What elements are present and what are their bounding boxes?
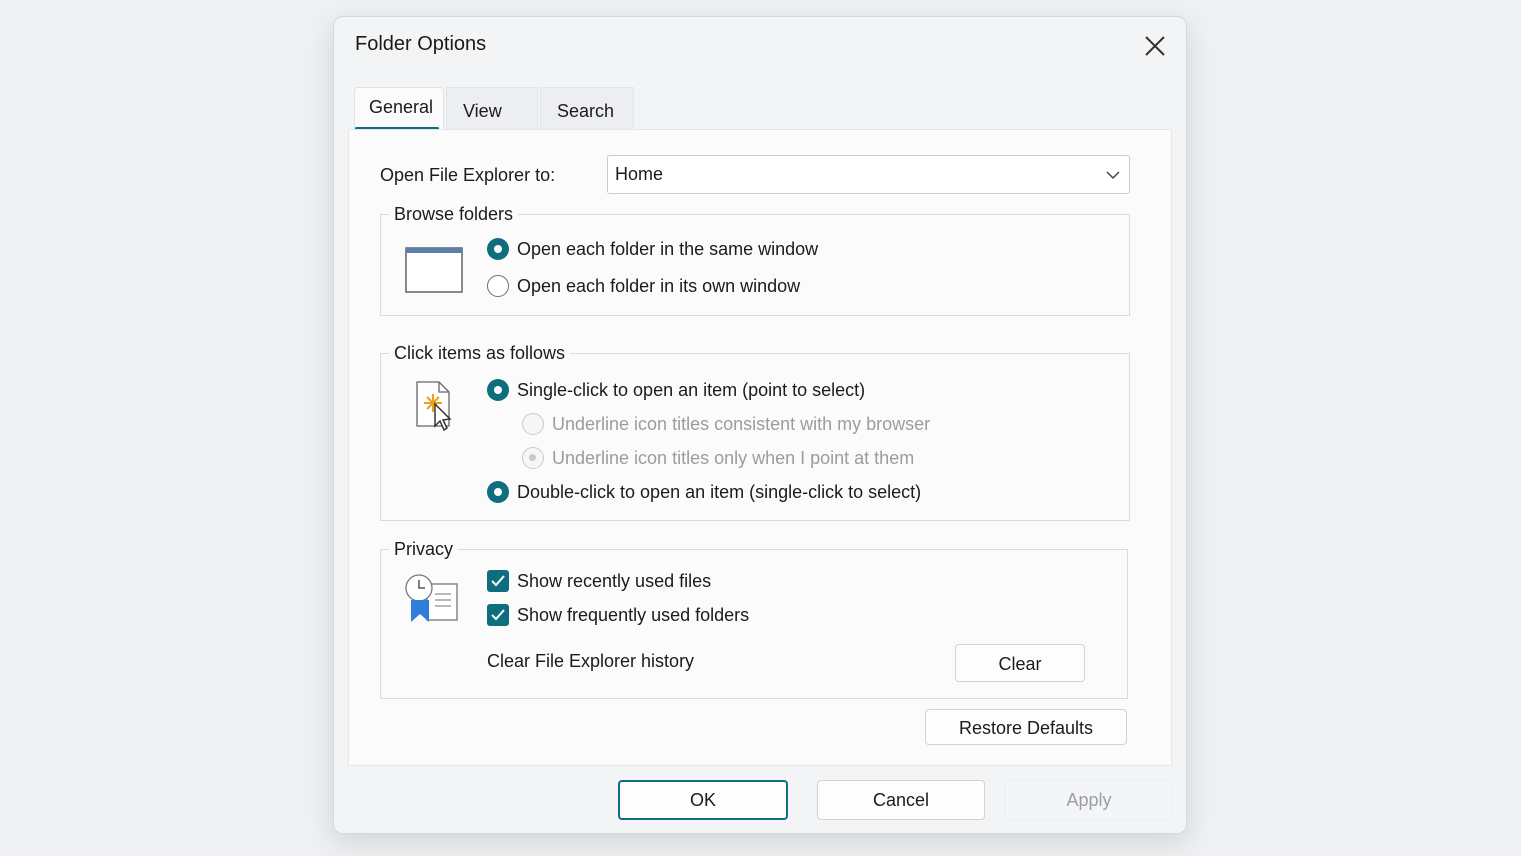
tab-view[interactable]: View — [446, 87, 538, 129]
ok-button[interactable]: OK — [618, 780, 788, 820]
restore-defaults-button[interactable]: Restore Defaults — [925, 709, 1127, 745]
radio-own-window-label: Open each folder in its own window — [517, 276, 801, 296]
close-button[interactable] — [1140, 31, 1170, 61]
privacy-title: Privacy — [389, 539, 459, 559]
checkmark-icon — [491, 575, 505, 587]
checkbox[interactable] — [487, 570, 509, 592]
apply-button[interactable]: Apply — [1005, 780, 1173, 820]
click-items-title: Click items as follows — [389, 343, 571, 363]
cancel-button-label: Cancel — [872, 790, 930, 810]
folder-options-dialog: Folder Options General View Search Open … — [333, 16, 1187, 834]
clear-history-label: Clear File Explorer history — [487, 651, 695, 671]
radio-underline-browser-label: Underline icon titles consistent with my… — [552, 414, 931, 434]
checkmark-icon — [491, 609, 505, 621]
radio-button[interactable] — [487, 379, 509, 401]
general-panel: Open File Explorer to: Home Browse folde… — [348, 129, 1172, 766]
dialog-title: Folder Options — [355, 33, 487, 55]
tab-general-label: General — [369, 97, 434, 117]
check-frequent-folders-label: Show frequently used folders — [517, 605, 750, 625]
chevron-down-icon — [1106, 171, 1120, 180]
open-explorer-label: Open File Explorer to: — [380, 165, 556, 185]
ok-button-label: OK — [689, 790, 716, 810]
window-icon — [405, 247, 463, 298]
radio-button[interactable] — [522, 413, 544, 435]
browse-folders-title: Browse folders — [389, 204, 519, 224]
click-items-group: Click items as follows Single-click to o… — [380, 343, 1130, 521]
tab-view-label: View — [463, 101, 502, 121]
close-icon — [1145, 36, 1165, 56]
check-recent-files-label: Show recently used files — [517, 571, 712, 591]
checkbox[interactable] — [487, 604, 509, 626]
radio-button[interactable] — [487, 481, 509, 503]
apply-button-label: Apply — [1066, 790, 1112, 810]
recent-files-icon — [403, 572, 461, 629]
tab-search-label: Search — [557, 101, 615, 121]
radio-same-window-label: Open each folder in the same window — [517, 239, 819, 259]
radio-double-click-label: Double-click to open an item (single-cli… — [517, 482, 922, 502]
restore-defaults-label: Restore Defaults — [958, 718, 1094, 738]
browse-folders-group: Browse folders Open each folder in the s… — [380, 204, 1130, 316]
privacy-group: Privacy Show recently used files Show fr… — [380, 539, 1128, 699]
tab-search[interactable]: Search — [540, 87, 634, 129]
clear-button-label: Clear — [998, 654, 1042, 674]
tab-general[interactable]: General — [354, 87, 444, 130]
dropdown-value: Home — [615, 164, 664, 184]
cancel-button[interactable]: Cancel — [817, 780, 985, 820]
radio-button[interactable] — [487, 238, 509, 260]
radio-button[interactable] — [487, 275, 509, 297]
clear-button[interactable]: Clear — [955, 644, 1085, 682]
radio-single-click-label: Single-click to open an item (point to s… — [517, 380, 866, 400]
open-explorer-dropdown[interactable]: Home — [607, 155, 1130, 194]
click-cursor-icon — [415, 380, 455, 439]
radio-underline-point-label: Underline icon titles only when I point … — [552, 448, 915, 468]
radio-button[interactable] — [522, 447, 544, 469]
